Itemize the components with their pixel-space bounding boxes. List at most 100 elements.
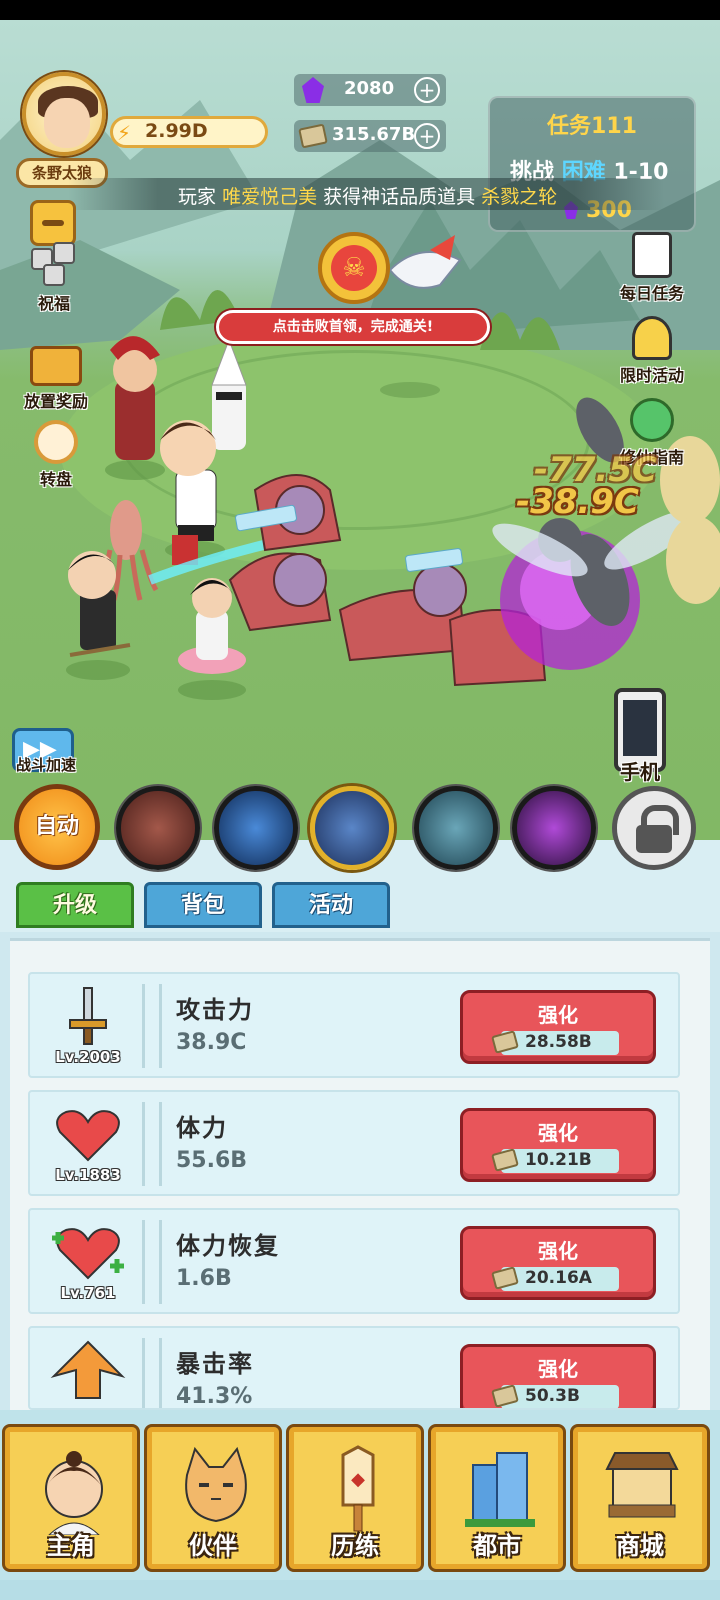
daily-task-label: 每日任务 [619,284,684,303]
trial-sign-icon: ◆ [341,1445,375,1532]
enhance-label: 强化 [538,1121,578,1145]
cash-icon [491,1266,519,1290]
tab-upgrade[interactable]: 升级 [16,882,134,928]
nav-partner[interactable]: 伙伴 [144,1424,282,1572]
damage-number: -38.9C [516,482,639,522]
blue-slash-skill-icon[interactable] [214,786,298,870]
phone-label: 手机 [620,760,660,784]
battle-speed-label: 战斗加速 [15,756,76,774]
blessing-button[interactable]: 祝福 [16,238,92,314]
wheel-button[interactable]: 转盘 [16,420,96,490]
player-avatar[interactable] [22,72,106,156]
enemy-bird [388,235,462,289]
daily-task-icon [632,232,672,278]
boss-button[interactable]: ☠ [318,232,390,304]
nav-hero[interactable]: 主角 [2,1424,140,1572]
quest-title: 任务111 [547,114,637,139]
hp-level: Lv.1883 [55,1166,121,1184]
enhance-label: 强化 [538,1239,578,1263]
cash-icon [298,123,328,149]
nav-city[interactable]: 都市 [428,1424,566,1572]
nav-city-label: 都市 [473,1532,521,1560]
treasure-chest-icon [30,346,82,386]
wolf-skill-icon[interactable] [116,786,200,870]
guide-icon [630,398,674,442]
enhance-price: 10.21B [491,1148,619,1173]
heart-icon [56,1110,120,1162]
enhance-crit-button[interactable]: 强化 50.3B [460,1344,656,1408]
enhance-attack-button[interactable]: 强化 28.58B [460,990,656,1064]
blessing-label: 祝福 [37,294,70,313]
ally-main-hero [160,420,225,565]
boss-banner[interactable]: 点击击败首领，完成通关! [216,310,490,344]
nav-partner-label: 伙伴 [189,1532,237,1560]
attack-level: Lv.2003 [55,1048,121,1066]
nav-trial-label: 历练 [331,1532,379,1560]
limited-event-label: 限时活动 [619,366,684,385]
cash-icon [491,1030,519,1054]
nav-hero-label: 主角 [47,1532,95,1560]
attack-value: 38.9C [176,1030,247,1055]
gem-counter: 2080 + [294,74,446,106]
city-icon [465,1452,535,1527]
ticker-item: 杀戮之轮 [481,186,558,208]
enhance-label: 强化 [538,1357,578,1381]
enhance-cost: 28.58B [525,1032,592,1052]
hp-regen-name: 体力恢复 [176,1232,280,1260]
purple-vortex-skill-icon[interactable] [512,786,596,870]
sword-icon [69,987,107,1045]
enhance-label: 强化 [538,1003,578,1027]
quest-panel[interactable]: 任务111 挑战 困难 1-10 300 [488,96,696,232]
lock-icon[interactable] [612,786,696,870]
crit-arrow-icon [50,1340,126,1399]
enhance-cost: 20.16A [525,1268,592,1288]
battle-scene[interactable]: 条野太狼 ⚡ 2.99D 2080 + 315.67B + 任务111 挑战 困… [0,20,720,840]
ticker-prefix: 玩家 [178,186,217,208]
party-popper-icon [632,316,672,360]
cash-value: 315.67B [332,124,416,145]
enemy-wolves [228,474,547,687]
enhance-price: 20.16A [491,1266,619,1291]
tab-backpack[interactable]: 背包 [144,882,262,928]
row-pattern [142,1220,162,1304]
idle-reward-label: 放置奖励 [23,392,88,411]
nav-trial[interactable]: ◆ 历练 [286,1424,424,1572]
upgrade-row-attack: Lv.2003 攻击力 38.9C 强化 28.58B [28,972,680,1078]
ally-warrior-red [105,336,165,480]
row-pattern [142,1102,162,1186]
idle-reward-button[interactable]: 放置奖励 [16,346,96,412]
enhance-price: 28.58B [491,1030,619,1055]
enhance-hp-regen-button[interactable]: 强化 20.16A [460,1226,656,1300]
dragon-skill-icon[interactable] [414,786,498,870]
enhance-cost: 10.21B [525,1150,592,1170]
lightning-gate-skill-icon[interactable] [310,786,394,870]
wheel-label: 转盘 [39,470,72,489]
shop-stall-icon [605,1452,679,1518]
crit-name: 暴击率 [176,1350,254,1378]
ticker-middle: 获得神话品质道具 [323,186,476,208]
cash-icon [491,1384,519,1408]
announcement-ticker: 玩家 唯爱悦己美 获得神话品质道具 杀戮之轮 [68,178,664,210]
tab-events[interactable]: 活动 [272,882,390,928]
auto-skill-button[interactable]: 自动 [14,784,100,870]
gem-value: 2080 [344,78,395,99]
enhance-hp-button[interactable]: 强化 10.21B [460,1108,656,1182]
hero-icon [45,1451,103,1535]
status-bar [0,0,720,20]
system-nav-bar [0,1580,720,1600]
ally-masked-white [211,338,247,450]
daily-task-button[interactable]: 每日任务 [610,232,694,304]
gem-icon [302,77,324,103]
add-cash-button[interactable]: + [414,123,440,149]
limited-event-button[interactable]: 限时活动 [610,316,694,386]
upgrade-row-hp-regen: Lv.761 体力恢复 1.6B 强化 20.16A [28,1208,680,1314]
attack-name: 攻击力 [176,996,254,1024]
enhance-cost: 50.3B [525,1386,580,1406]
svg-text:◆: ◆ [351,1469,365,1490]
cat-icon [185,1446,247,1523]
cash-counter: 315.67B + [294,120,446,152]
add-gems-button[interactable]: + [414,77,440,103]
hp-regen-level: Lv.761 [60,1284,116,1302]
nav-shop[interactable]: 商城 [570,1424,710,1572]
hp-regen-value: 1.6B [176,1266,232,1291]
